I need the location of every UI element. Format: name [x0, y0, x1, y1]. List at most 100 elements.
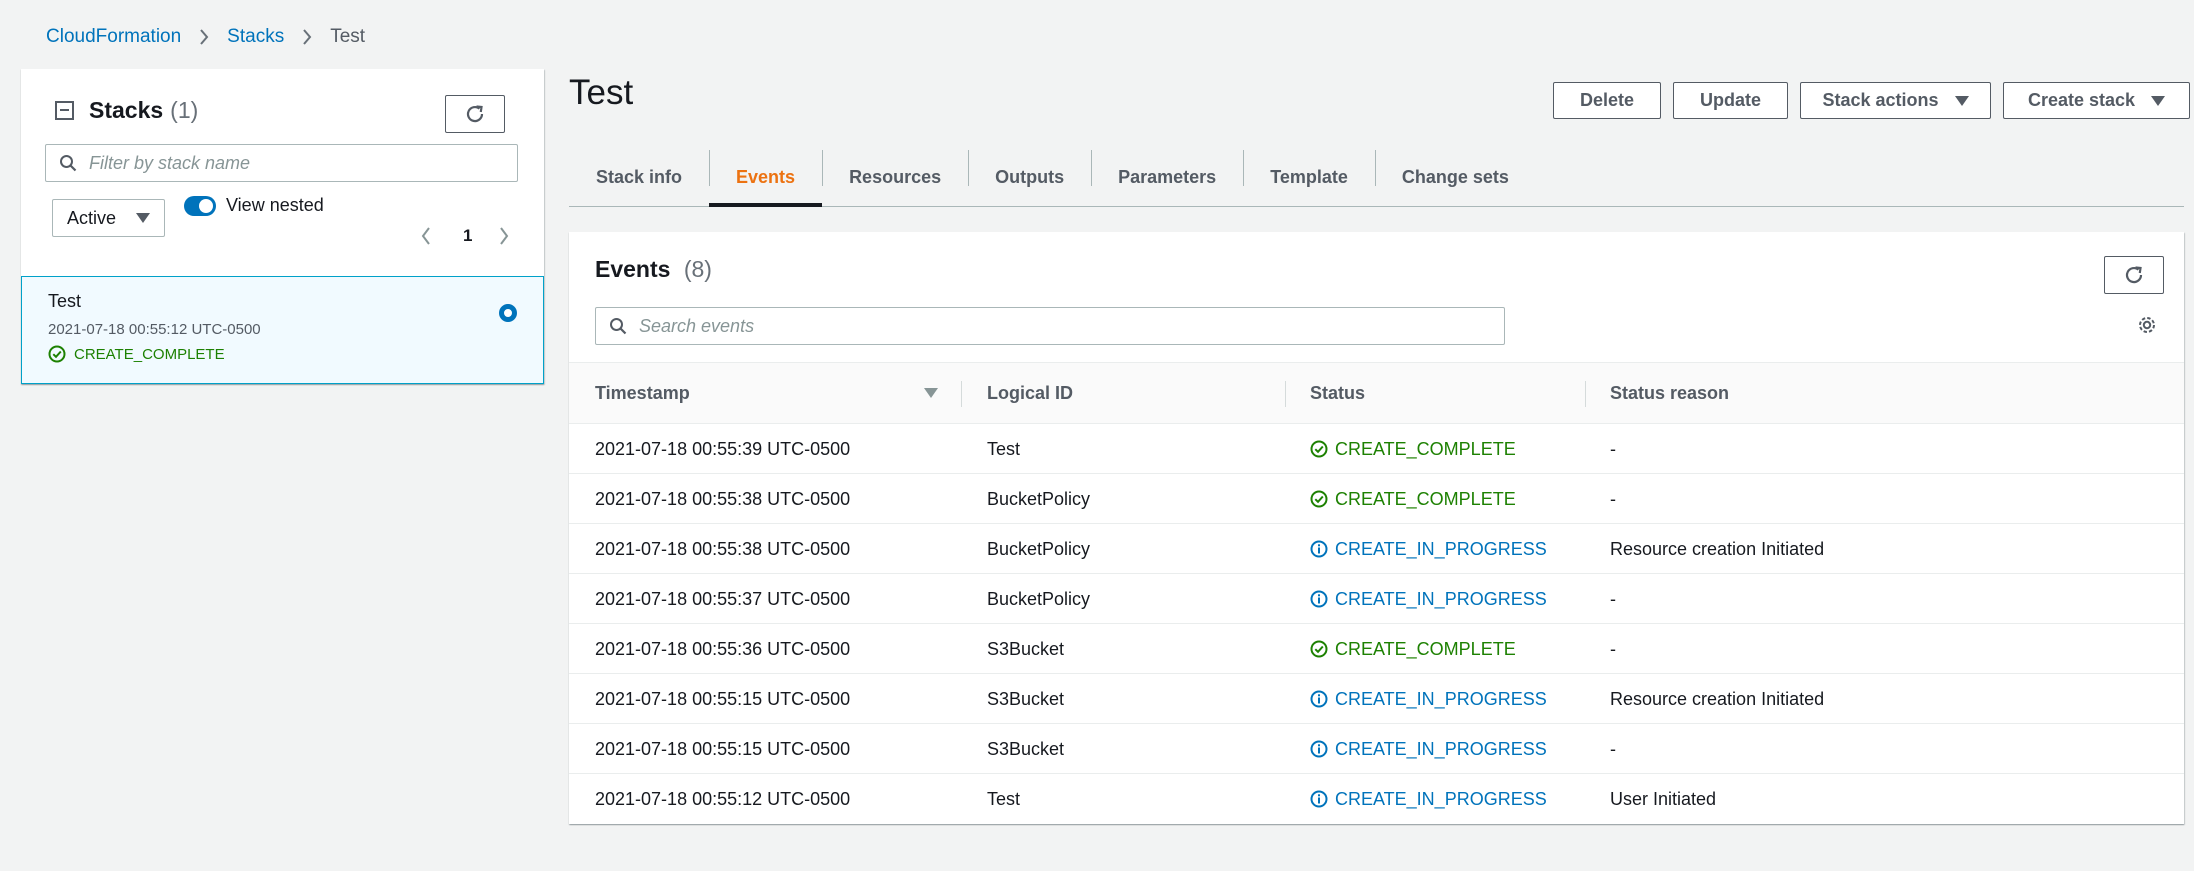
- check-circle-icon: [48, 345, 66, 363]
- refresh-icon: [466, 105, 484, 123]
- tab-parameters[interactable]: Parameters: [1091, 148, 1243, 206]
- event-status: CREATE_IN_PROGRESS: [1310, 574, 1547, 624]
- check-circle-icon: [1310, 440, 1328, 458]
- event-status: CREATE_IN_PROGRESS: [1310, 724, 1547, 774]
- event-status: CREATE_COMPLETE: [1310, 424, 1516, 474]
- info-circle-icon: [1310, 590, 1328, 608]
- event-logical-id: BucketPolicy: [987, 488, 1091, 509]
- tab-resources[interactable]: Resources: [822, 148, 968, 206]
- column-divider[interactable]: [1585, 381, 1586, 407]
- event-logical-id: BucketPolicy: [987, 538, 1091, 559]
- stack-filter-placeholder: Filter by stack name: [89, 152, 251, 173]
- stack-filter-input[interactable]: Filter by stack name: [45, 144, 518, 182]
- event-logical-id: S3Bucket: [987, 738, 1065, 759]
- tab-template[interactable]: Template: [1243, 148, 1375, 206]
- stack-tabs: Stack info Events Resources Outputs Para…: [569, 148, 2184, 207]
- event-status: CREATE_IN_PROGRESS: [1310, 774, 1547, 824]
- event-status-reason: -: [1610, 738, 1616, 759]
- page-title: Test: [569, 73, 634, 112]
- event-status-text: CREATE_COMPLETE: [1335, 638, 1516, 659]
- event-status-text: CREATE_COMPLETE: [1335, 488, 1516, 509]
- event-status-text: CREATE_IN_PROGRESS: [1335, 688, 1547, 709]
- caret-down-icon: [136, 213, 150, 223]
- current-page[interactable]: 1: [463, 226, 472, 246]
- create-stack-label: Create stack: [2027, 90, 2136, 110]
- events-table-header: Timestamp Logical ID Status Status reaso…: [569, 362, 2184, 424]
- events-table-body: 2021-07-18 00:55:39 UTC-0500 Test CREATE…: [569, 424, 2184, 824]
- stack-select-radio[interactable]: [499, 304, 517, 322]
- breadcrumb-cloudformation[interactable]: CloudFormation: [46, 26, 181, 48]
- event-timestamp: 2021-07-18 00:55:38 UTC-0500: [595, 538, 851, 559]
- caret-down-icon: [1954, 95, 1969, 106]
- event-status-text: CREATE_IN_PROGRESS: [1335, 738, 1547, 759]
- stack-created-time: 2021-07-18 00:55:12 UTC-0500: [48, 321, 261, 338]
- stack-actions-button[interactable]: Stack actions: [1800, 82, 1991, 119]
- stack-status: CREATE_COMPLETE: [48, 345, 225, 363]
- breadcrumb-stacks[interactable]: Stacks: [227, 26, 284, 48]
- table-row: 2021-07-18 00:55:15 UTC-0500 S3Bucket CR…: [569, 674, 2184, 724]
- table-row: 2021-07-18 00:55:36 UTC-0500 S3Bucket CR…: [569, 624, 2184, 674]
- gear-icon[interactable]: [2136, 314, 2158, 341]
- stack-list-item[interactable]: Test 2021-07-18 00:55:12 UTC-0500 CREATE…: [21, 276, 544, 384]
- event-status-text: CREATE_COMPLETE: [1335, 438, 1516, 459]
- column-header-timestamp[interactable]: Timestamp: [595, 363, 690, 423]
- refresh-icon: [2125, 266, 2143, 284]
- stacks-panel-header: Stacks (1): [55, 97, 198, 124]
- event-status: CREATE_COMPLETE: [1310, 474, 1516, 524]
- breadcrumb: CloudFormation Stacks Test: [46, 25, 365, 49]
- delete-button[interactable]: Delete: [1553, 82, 1661, 119]
- column-divider[interactable]: [1285, 381, 1286, 407]
- events-refresh-button[interactable]: [2104, 256, 2164, 294]
- events-header: Events (8): [595, 256, 712, 283]
- table-row: 2021-07-18 00:55:39 UTC-0500 Test CREATE…: [569, 424, 2184, 474]
- tab-events[interactable]: Events: [709, 148, 823, 207]
- stack-name[interactable]: Test: [48, 291, 81, 312]
- event-status: CREATE_COMPLETE: [1310, 624, 1516, 674]
- event-logical-id: S3Bucket: [987, 688, 1065, 709]
- column-header-logical-id[interactable]: Logical ID: [987, 363, 1073, 423]
- event-status-reason: -: [1610, 438, 1616, 459]
- search-icon: [609, 317, 627, 335]
- events-panel: Events (8) Search events Timestamp Logic…: [569, 232, 2184, 824]
- stack-status-text: CREATE_COMPLETE: [74, 345, 225, 363]
- stacks-count: (1): [170, 97, 199, 123]
- chevron-right-icon: [302, 29, 312, 45]
- column-header-status-reason[interactable]: Status reason: [1610, 363, 1729, 423]
- event-status-text: CREATE_IN_PROGRESS: [1335, 588, 1547, 609]
- chevron-right-icon: [199, 29, 209, 45]
- event-timestamp: 2021-07-18 00:55:12 UTC-0500: [595, 788, 851, 809]
- event-timestamp: 2021-07-18 00:55:37 UTC-0500: [595, 588, 851, 609]
- check-circle-icon: [1310, 640, 1328, 658]
- update-button[interactable]: Update: [1673, 82, 1788, 119]
- column-header-status[interactable]: Status: [1310, 363, 1365, 423]
- events-search-input[interactable]: Search events: [595, 307, 1505, 345]
- event-timestamp: 2021-07-18 00:55:38 UTC-0500: [595, 488, 851, 509]
- table-row: 2021-07-18 00:55:37 UTC-0500 BucketPolic…: [569, 574, 2184, 624]
- event-logical-id: Test: [987, 788, 1021, 809]
- next-page-icon[interactable]: [499, 227, 509, 245]
- tab-stack-info[interactable]: Stack info: [569, 148, 709, 206]
- stack-status-filter-value: Active: [67, 207, 117, 228]
- event-status-reason: Resource creation Initiated: [1610, 688, 1825, 709]
- caret-down-icon: [2151, 95, 2166, 106]
- tab-change-sets[interactable]: Change sets: [1374, 148, 1536, 206]
- info-circle-icon: [1310, 690, 1328, 708]
- info-circle-icon: [1310, 540, 1328, 558]
- create-stack-button[interactable]: Create stack: [2003, 82, 2190, 119]
- search-icon: [59, 154, 77, 172]
- event-status: CREATE_IN_PROGRESS: [1310, 524, 1547, 574]
- view-nested-toggle[interactable]: [184, 196, 216, 216]
- event-status-text: CREATE_IN_PROGRESS: [1335, 538, 1547, 559]
- column-divider[interactable]: [961, 381, 962, 407]
- stack-actions-label: Stack actions: [1822, 90, 1939, 110]
- sort-descending-icon[interactable]: [924, 388, 938, 398]
- collapse-icon[interactable]: [55, 101, 74, 120]
- events-search-placeholder: Search events: [639, 315, 755, 336]
- stacks-title: Stacks: [89, 97, 164, 123]
- stacks-refresh-button[interactable]: [445, 95, 505, 133]
- breadcrumb-current: Test: [330, 26, 366, 47]
- stack-status-filter[interactable]: Active: [52, 199, 165, 237]
- table-row: 2021-07-18 00:55:15 UTC-0500 S3Bucket CR…: [569, 724, 2184, 774]
- tab-outputs[interactable]: Outputs: [968, 148, 1091, 206]
- previous-page-icon[interactable]: [421, 227, 431, 245]
